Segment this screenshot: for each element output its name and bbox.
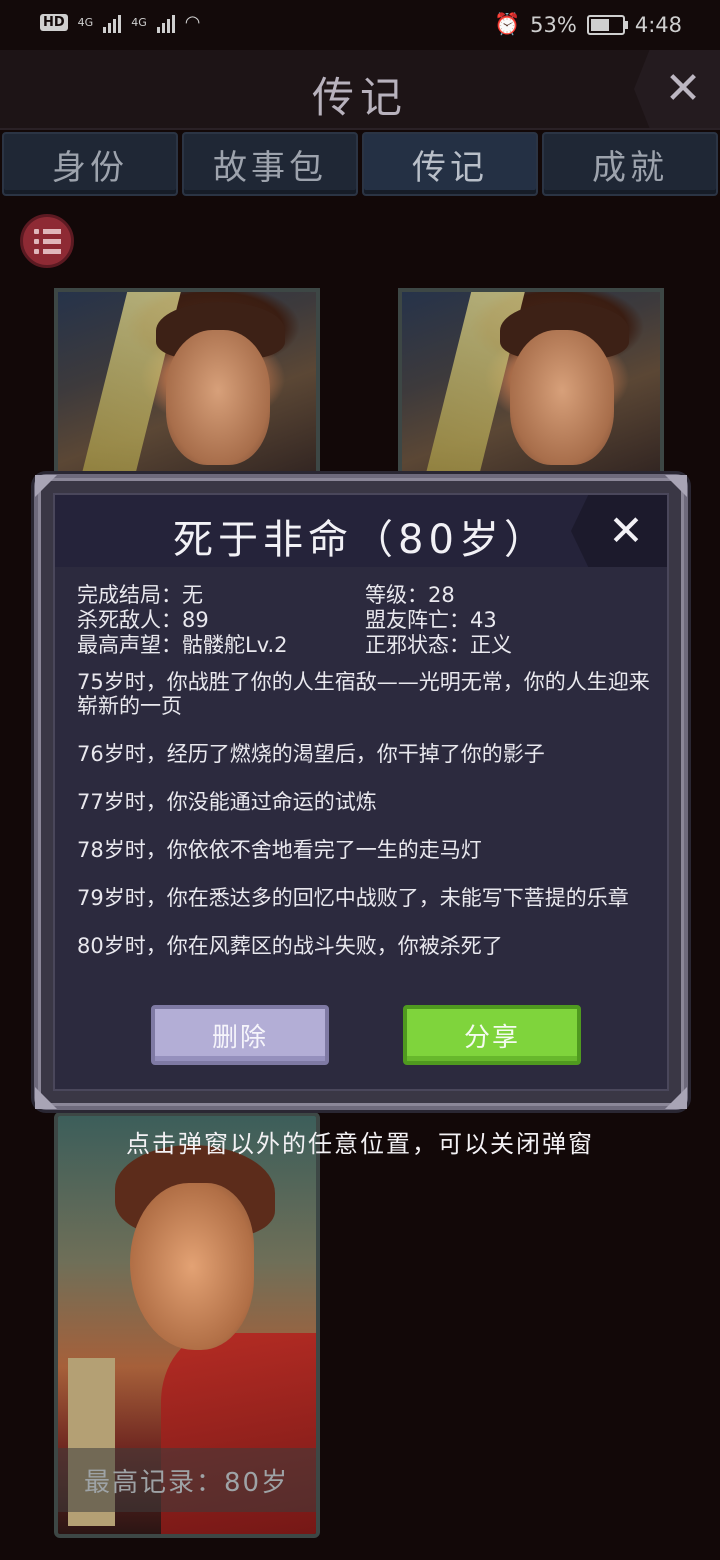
stats-grid: 完成结局：无 等级：28 杀死敌人：89 盟友阵亡：43 最高声望：骷髅舵Lv.… [77, 583, 657, 658]
stat-kills: 杀死敌人：89 [77, 608, 209, 632]
best-record-label: 最高记录：80岁 [58, 1448, 316, 1512]
stat-allies-lost: 盟友阵亡：43 [365, 608, 497, 632]
story-entry: 76岁时，经历了燃烧的渴望后，你干掉了你的影子 [77, 742, 545, 766]
story-entry: 79岁时，你在悉达多的回忆中战败了，未能写下菩提的乐章 [77, 886, 629, 910]
delete-button[interactable]: 删除 [151, 1005, 329, 1065]
story-entry: 77岁时，你没能通过命运的试炼 [77, 790, 377, 814]
stat-ending: 完成结局：无 [77, 583, 203, 607]
tab-identity[interactable]: 身份 [2, 132, 178, 196]
story-entry: 75岁时，你战胜了你的人生宿敌——光明无常，你的人生迎来崭新的一页 [77, 670, 650, 718]
battery-percent: 53% [530, 12, 577, 37]
status-bar: HD 4G 4G ◠ ⏰ 53% 4:48 [0, 0, 720, 50]
signal-icon [103, 13, 122, 33]
tab-bar: 身份 故事包 传记 成就 [0, 132, 720, 196]
story-entry: 80岁时，你在风葬区的战斗失败，你被杀死了 [77, 934, 503, 958]
clock: 4:48 [634, 12, 682, 37]
list-icon [33, 228, 61, 234]
story-entry: 78岁时，你依依不舍地看完了一生的走马灯 [77, 838, 482, 862]
tab-biography[interactable]: 传记 [362, 132, 538, 196]
page-title: 传记 [311, 73, 408, 122]
list-menu-button[interactable] [20, 214, 74, 268]
modal-header: 死于非命（80岁） ✕ [55, 495, 667, 567]
close-icon[interactable]: ✕ [634, 50, 720, 128]
character-card[interactable]: 最高记录：80岁 [54, 1112, 320, 1538]
tab-achievements[interactable]: 成就 [542, 132, 718, 196]
stat-alignment: 正邪状态：正义 [365, 633, 512, 657]
alarm-icon: ⏰ [493, 12, 521, 36]
tab-story-pack[interactable]: 故事包 [182, 132, 358, 196]
signal-icon-2 [156, 13, 175, 33]
modal-close-icon[interactable]: ✕ [571, 495, 667, 567]
character-portrait [402, 292, 660, 484]
share-button[interactable]: 分享 [403, 1005, 581, 1065]
character-card[interactable] [398, 288, 664, 488]
wifi-icon: ◠ [184, 12, 201, 33]
network-type-1: 4G [77, 16, 94, 29]
story-list: 75岁时，你战胜了你的人生宿敌——光明无常，你的人生迎来崭新的一页 76岁时，经… [77, 670, 657, 982]
stat-level: 等级：28 [365, 583, 455, 607]
dismiss-hint: 点击弹窗以外的任意位置，可以关闭弹窗 [126, 1130, 594, 1158]
character-portrait [58, 292, 316, 484]
battery-icon [586, 14, 628, 35]
stat-reputation: 最高声望：骷髅舵Lv.2 [77, 633, 288, 657]
character-card[interactable] [54, 288, 320, 488]
biography-modal: 死于非命（80岁） ✕ 完成结局：无 等级：28 杀死敌人：89 盟友阵亡：43… [35, 475, 687, 1109]
network-type-2: 4G [131, 16, 147, 29]
modal-body: 死于非命（80岁） ✕ 完成结局：无 等级：28 杀死敌人：89 盟友阵亡：43… [53, 493, 669, 1091]
hd-badge: HD [40, 14, 68, 31]
page-header: 传记 ✕ [0, 50, 720, 130]
